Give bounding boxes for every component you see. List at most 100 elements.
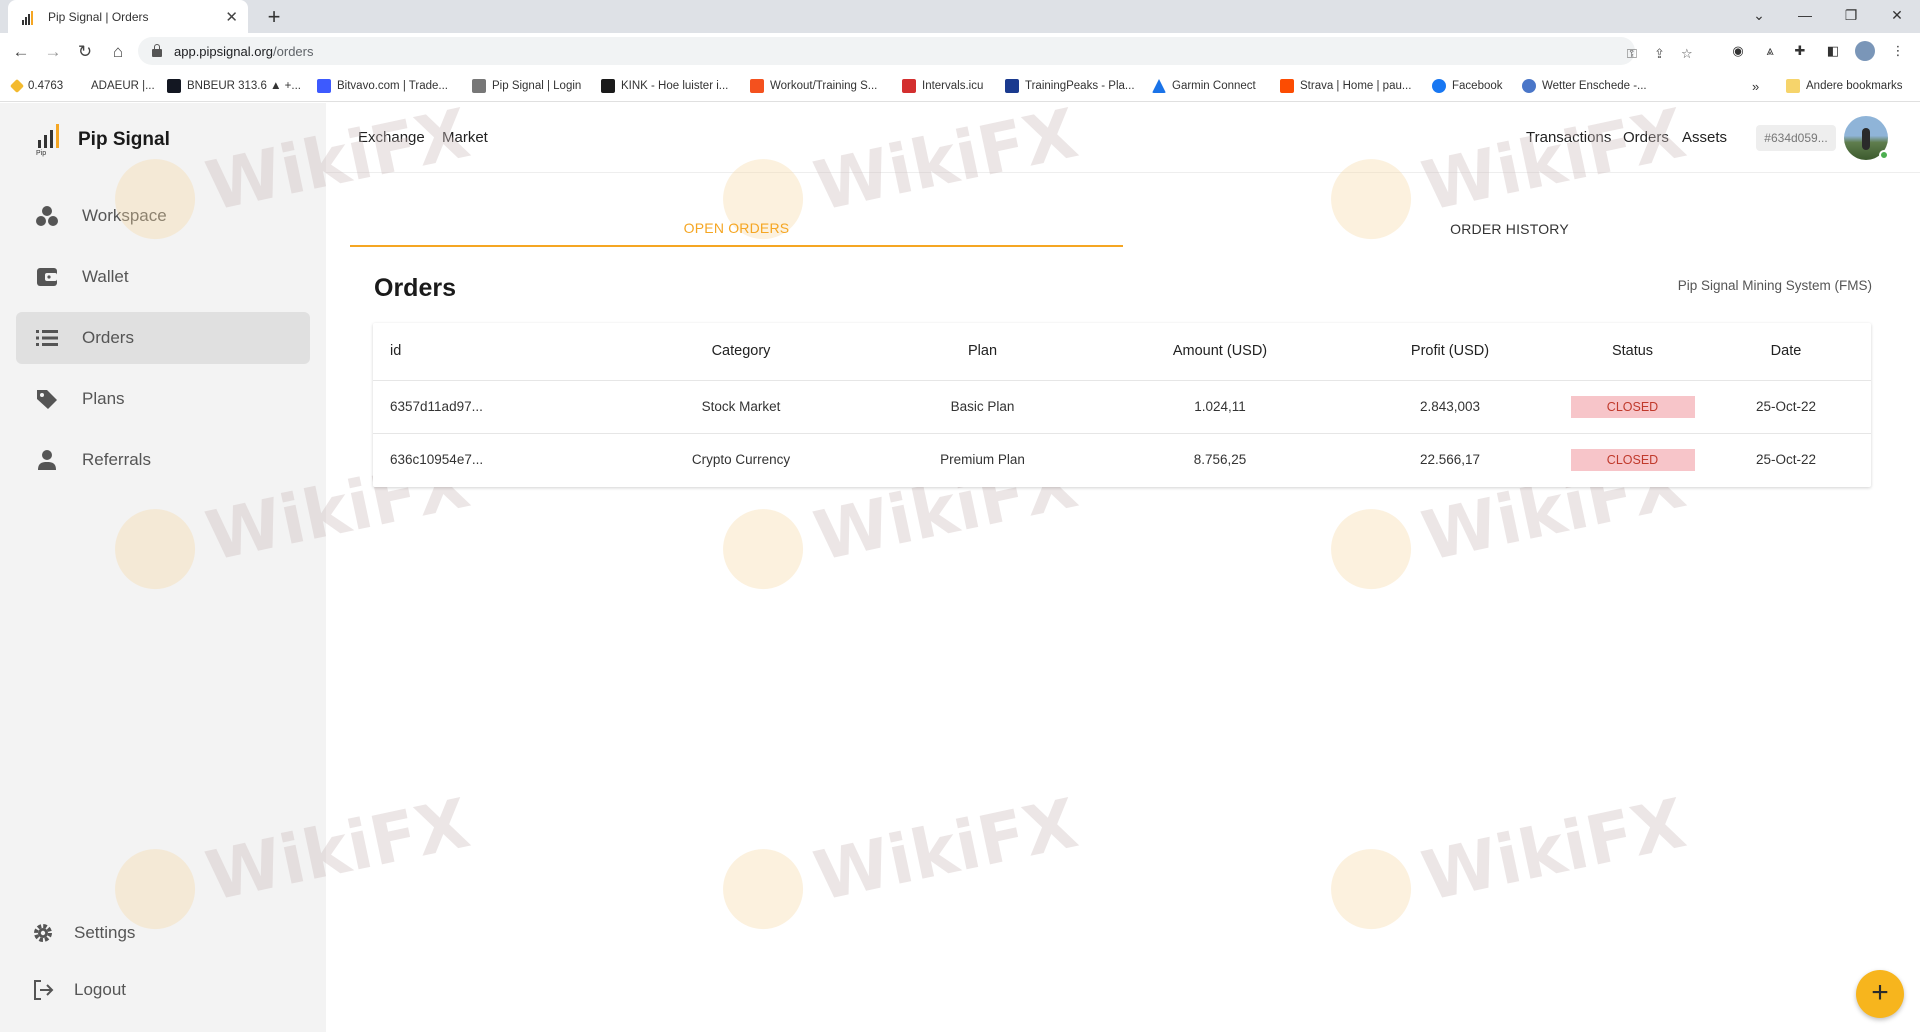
minimize-button[interactable]: — xyxy=(1782,0,1828,30)
gear-icon xyxy=(30,922,56,944)
menu-kebab-icon[interactable]: ⋮ xyxy=(1888,41,1908,61)
profile-avatar[interactable] xyxy=(1855,41,1875,61)
bookmark-item[interactable]: Intervals.icu xyxy=(902,77,983,95)
restore-button[interactable]: ❐ xyxy=(1828,0,1874,30)
column-header-status[interactable]: Status xyxy=(1564,323,1701,381)
bookmark-item[interactable]: Garmin Connect xyxy=(1152,77,1256,95)
bookmark-item[interactable]: Facebook xyxy=(1432,77,1503,95)
bookmark-item[interactable]: Pip Signal | Login xyxy=(472,77,581,95)
tab-close-icon[interactable]: ✕ xyxy=(225,8,238,26)
orders-table: id Category Plan Amount (USD) Profit (US… xyxy=(373,323,1871,487)
extension-icon[interactable]: ◉ xyxy=(1728,41,1748,61)
status-badge: CLOSED xyxy=(1570,395,1695,418)
system-label: Pip Signal Mining System (FMS) xyxy=(1677,278,1872,293)
nav-link-transactions[interactable]: Transactions xyxy=(1526,129,1611,146)
bookmark-item[interactable]: 0.4763 xyxy=(9,77,63,95)
tab-search-icon[interactable]: ⌄ xyxy=(1736,0,1782,30)
column-header-category[interactable]: Category xyxy=(621,323,861,381)
table-row[interactable]: 6357d11ad97... Stock Market Basic Plan 1… xyxy=(373,380,1871,434)
bookmark-item[interactable]: Bitvavo.com | Trade... xyxy=(317,77,448,95)
home-icon[interactable]: ⌂ xyxy=(104,38,132,66)
forward-icon[interactable]: → xyxy=(39,38,67,66)
garmin-icon xyxy=(1152,79,1166,93)
reload-icon[interactable]: ↻ xyxy=(71,38,99,66)
add-fab-button[interactable]: + xyxy=(1856,970,1904,1018)
column-header-id[interactable]: id xyxy=(373,323,621,381)
new-tab-button[interactable]: + xyxy=(260,3,288,31)
column-header-plan[interactable]: Plan xyxy=(861,323,1104,381)
column-header-amount[interactable]: Amount (USD) xyxy=(1104,323,1336,381)
bookmark-item[interactable]: Workout/Training S... xyxy=(750,77,877,95)
browser-tab[interactable]: Pip Signal | Orders ✕ xyxy=(8,0,248,33)
back-icon[interactable]: ← xyxy=(7,38,35,66)
weather-icon xyxy=(1522,79,1536,93)
workout-icon xyxy=(750,79,764,93)
cell-category: Crypto Currency xyxy=(691,452,791,468)
sidebar-item-referrals[interactable]: Referrals xyxy=(16,434,310,486)
tab-title: Pip Signal | Orders xyxy=(48,9,149,24)
other-bookmarks-folder[interactable]: Andere bookmarks xyxy=(1786,77,1903,95)
tab-order-history[interactable]: ORDER HISTORY xyxy=(1123,210,1896,247)
tab-open-orders[interactable]: OPEN ORDERS xyxy=(350,210,1123,247)
cell-status: CLOSED xyxy=(1564,380,1701,434)
extensions-puzzle-icon[interactable]: ✚ xyxy=(1790,41,1810,61)
address-bar[interactable]: app.pipsignal.org/orders ⚿ ⇪ ☆ xyxy=(138,37,1693,65)
column-header-date[interactable]: Date xyxy=(1701,323,1871,381)
binance-icon xyxy=(9,78,25,94)
bookmark-star-icon[interactable]: ☆ xyxy=(1681,46,1693,62)
online-status-dot xyxy=(1879,150,1889,160)
table-header-row: id Category Plan Amount (USD) Profit (US… xyxy=(373,323,1871,381)
account-id-chip[interactable]: #634d059... xyxy=(1756,125,1836,151)
folder-icon xyxy=(1786,79,1800,93)
extension-icon[interactable]: ⩓ xyxy=(1760,41,1780,61)
sidebar: Pip Pip Signal Workspace Wallet Orders P… xyxy=(0,103,326,1032)
tradingview-icon xyxy=(167,79,181,93)
cell-amount: 1.024,11 xyxy=(1104,380,1336,434)
nav-link-orders[interactable]: Orders xyxy=(1623,129,1669,146)
cell-profit: 22.566,17 xyxy=(1419,452,1481,468)
logout-button[interactable]: Logout xyxy=(12,964,306,1016)
more-bookmarks-icon[interactable]: » xyxy=(1752,77,1759,95)
watermark: WikiFX xyxy=(715,783,1085,937)
orders-tabs: OPEN ORDERS ORDER HISTORY xyxy=(350,210,1896,247)
facebook-icon xyxy=(1432,79,1446,93)
pip-signal-favicon-icon xyxy=(22,9,38,25)
lock-icon xyxy=(152,44,162,57)
sidebar-item-orders[interactable]: Orders xyxy=(16,312,310,364)
side-panel-icon[interactable]: ◧ xyxy=(1823,41,1843,61)
wallet-icon xyxy=(34,266,60,288)
trainingpeaks-icon xyxy=(1005,79,1019,93)
logout-icon xyxy=(30,979,56,1001)
cell-category: Stock Market xyxy=(621,380,861,434)
close-window-button[interactable]: ✕ xyxy=(1874,0,1920,30)
column-header-profit[interactable]: Profit (USD) xyxy=(1336,323,1564,381)
settings-button[interactable]: Settings xyxy=(12,907,306,959)
pip-signal-icon xyxy=(472,79,486,93)
nav-link-market[interactable]: Market xyxy=(442,129,488,146)
nav-link-exchange[interactable]: Exchange xyxy=(358,129,425,146)
status-badge: CLOSED xyxy=(1570,448,1695,471)
brand-logo[interactable]: Pip Pip Signal xyxy=(36,123,170,157)
cell-amount: 8.756,25 xyxy=(1193,452,1247,468)
share-icon[interactable]: ⇪ xyxy=(1654,46,1665,62)
cell-status: CLOSED xyxy=(1564,433,1701,486)
cell-date: 25-Oct-22 xyxy=(1701,380,1871,434)
bookmark-item[interactable]: KINK - Hoe luister i... xyxy=(601,77,728,95)
bookmark-item[interactable]: Wetter Enschede -... xyxy=(1522,77,1647,95)
key-icon[interactable]: ⚿ xyxy=(1627,46,1637,62)
intervals-icon xyxy=(902,79,916,93)
bookmark-item[interactable]: Strava | Home | pau... xyxy=(1280,77,1411,95)
sidebar-item-workspace[interactable]: Workspace xyxy=(16,190,310,242)
bookmark-item[interactable]: BNBEUR 313.6 ▲ +... xyxy=(167,77,301,95)
browser-toolbar: ← → ↻ ⌂ app.pipsignal.org/orders ⚿ ⇪ ☆ ◉… xyxy=(0,33,1920,70)
table-row[interactable]: 636c10954e7... Crypto Currency Premium P… xyxy=(373,433,1871,486)
cell-plan: Basic Plan xyxy=(861,380,1104,434)
pip-signal-logo-icon: Pip xyxy=(36,123,64,157)
sidebar-item-plans[interactable]: Plans xyxy=(16,373,310,425)
bitvavo-icon xyxy=(317,79,331,93)
sidebar-item-wallet[interactable]: Wallet xyxy=(16,251,310,303)
nav-link-assets[interactable]: Assets xyxy=(1682,129,1727,146)
bookmark-item[interactable]: TrainingPeaks - Pla... xyxy=(1005,77,1135,95)
page-title: Orders xyxy=(374,274,456,302)
bookmark-item[interactable]: ADAEUR |... xyxy=(91,77,155,95)
